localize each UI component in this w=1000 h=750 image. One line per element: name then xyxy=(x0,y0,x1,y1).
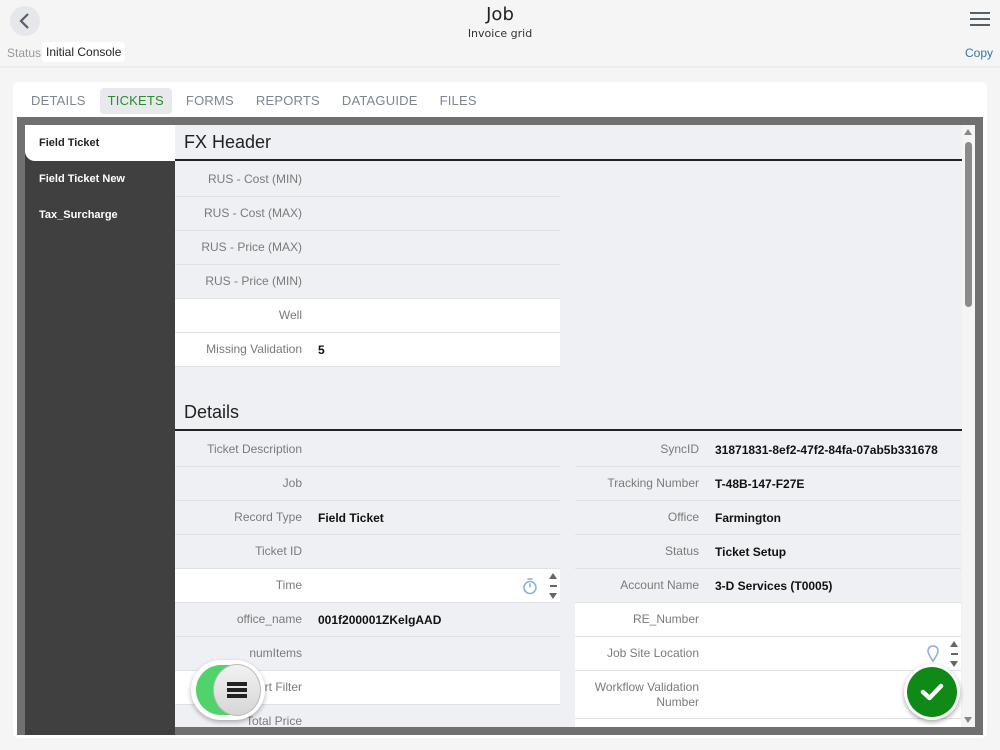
tab-tickets[interactable]: TICKETS xyxy=(99,88,172,114)
field-value: 3-D Services (T0005) xyxy=(715,578,833,593)
list-menu-icon xyxy=(227,682,247,698)
field-label: SyncID xyxy=(660,442,699,456)
field-label: Time xyxy=(275,578,302,592)
tab-bar: DETAILS TICKETS FORMS REPORTS DATAGUIDE … xyxy=(23,88,485,114)
field-label: Job xyxy=(282,476,302,490)
field-label: RE_Number xyxy=(632,612,699,626)
sidebar-item-field-ticket-new[interactable]: Field Ticket New xyxy=(25,161,175,197)
field-label: Record Type xyxy=(234,510,302,524)
scroll-down-arrow-icon[interactable] xyxy=(964,717,972,723)
field-row[interactable]: RUS - Cost (MIN) xyxy=(175,163,560,197)
field-value: Farmington xyxy=(715,510,781,525)
field-label: Tracking Number xyxy=(607,476,699,490)
field-label: office_name xyxy=(236,612,302,626)
field-value: 001f200001ZKelgAAD xyxy=(318,612,442,627)
field-row[interactable]: RUS - Price (MIN) xyxy=(175,265,560,299)
page-title: Job xyxy=(486,4,514,25)
field-value: 31871831-8ef2-47f2-84fa-07ab5b331678 xyxy=(715,442,938,457)
field-label: Office xyxy=(667,510,699,524)
spin-down-icon[interactable] xyxy=(950,660,958,667)
top-bar: Job Invoice grid Status Initial Console … xyxy=(0,0,1000,68)
field-value: 5 xyxy=(318,342,325,357)
form-scrollbar[interactable] xyxy=(962,125,975,727)
field-label: Well xyxy=(278,308,302,322)
spin-down-icon[interactable] xyxy=(549,592,557,599)
spin-clear-icon[interactable] xyxy=(549,584,557,587)
field-label: numItems xyxy=(249,646,302,660)
field-label: Ticket ID xyxy=(255,544,302,558)
field-row[interactable]: Tracking Number T-48B-147-F27E xyxy=(575,467,961,501)
map-pin-icon[interactable] xyxy=(927,644,939,663)
status-label: Status xyxy=(7,46,42,60)
section-title-fx-header: FX Header xyxy=(175,125,962,161)
time-field[interactable]: Time xyxy=(175,569,560,603)
field-row[interactable]: Ticket ID xyxy=(175,535,560,569)
fx-header-fields: RUS - Cost (MIN) RUS - Cost (MAX) RUS - … xyxy=(175,163,560,367)
sidebar-item-field-ticket[interactable]: Field Ticket xyxy=(25,125,175,161)
field-label: Status xyxy=(664,544,699,558)
tab-files[interactable]: FILES xyxy=(432,88,485,114)
field-label: Ticket Description xyxy=(207,442,302,456)
field-row[interactable]: Job xyxy=(175,467,560,501)
field-label: RUS - Price (MIN) xyxy=(205,274,302,288)
well-field[interactable]: Well xyxy=(175,299,560,333)
time-spinner[interactable] xyxy=(548,572,558,599)
field-value: Field Ticket xyxy=(318,510,384,525)
location-spinner[interactable] xyxy=(949,640,959,667)
field-row[interactable]: SyncID 31871831-8ef2-47f2-84fa-07ab5b3316… xyxy=(575,433,961,467)
field-label: Missing Validation xyxy=(206,342,302,356)
field-row[interactable]: Account Name 3-D Services (T0005) xyxy=(575,569,961,603)
field-value: Ticket Setup xyxy=(715,544,787,559)
confirm-button[interactable] xyxy=(904,664,960,720)
workflow-validation-number-field[interactable]: Workflow Validation Number xyxy=(575,671,961,719)
tab-details[interactable]: DETAILS xyxy=(23,88,94,114)
details-right-fields: SyncID 31871831-8ef2-47f2-84fa-07ab5b3316… xyxy=(575,433,961,727)
re-number-field[interactable]: RE_Number xyxy=(575,603,961,637)
tab-dataguide[interactable]: DATAGUIDE xyxy=(334,88,426,114)
checkmark-icon xyxy=(920,683,944,701)
field-row[interactable]: Status Ticket Setup xyxy=(575,535,961,569)
ticket-type-sidebar: Field Ticket Field Ticket New Tax_Surcha… xyxy=(25,125,175,735)
page-subtitle: Invoice grid xyxy=(467,27,533,40)
field-label: RUS - Cost (MAX) xyxy=(203,206,302,220)
spin-up-icon[interactable] xyxy=(950,640,958,647)
hamburger-menu-icon[interactable] xyxy=(970,12,990,28)
field-row[interactable]: Ticket Description xyxy=(175,433,560,467)
scroll-up-arrow-icon[interactable] xyxy=(964,129,972,135)
spin-clear-icon[interactable] xyxy=(950,652,958,655)
tab-reports[interactable]: REPORTS xyxy=(248,88,328,114)
field-row[interactable]: RUS - Cost (MAX) xyxy=(175,197,560,231)
menu-toggle-button[interactable] xyxy=(191,660,265,720)
field-row[interactable]: Record Type Field Ticket xyxy=(175,501,560,535)
field-row[interactable]: Office Farmington xyxy=(575,501,961,535)
field-label: Workflow Validation Number xyxy=(594,679,699,709)
field-row[interactable]: office_name 001f200001ZKelgAAD xyxy=(175,603,560,637)
field-label: Account Name xyxy=(620,578,699,592)
field-value: T-48B-147-F27E xyxy=(715,476,805,491)
field-row[interactable]: Section xyxy=(575,719,961,727)
scroll-thumb[interactable] xyxy=(965,142,972,307)
section-title-details: Details xyxy=(175,395,962,431)
tab-forms[interactable]: FORMS xyxy=(178,88,242,114)
field-row[interactable]: RUS - Price (MAX) xyxy=(175,231,560,265)
ticket-frame: Field Ticket Field Ticket New Tax_Surcha… xyxy=(17,117,983,735)
field-label: RUS - Price (MAX) xyxy=(201,240,302,254)
status-value: Initial Console xyxy=(42,42,126,62)
job-site-location-field[interactable]: Job Site Location xyxy=(575,637,961,671)
missing-validation-field[interactable]: Missing Validation 5 xyxy=(175,333,560,367)
sidebar-item-tax-surcharge[interactable]: Tax_Surcharge xyxy=(25,197,175,233)
main-card: DETAILS TICKETS FORMS REPORTS DATAGUIDE … xyxy=(13,82,987,738)
spin-up-icon[interactable] xyxy=(549,572,557,579)
ticket-form: FX Header RUS - Cost (MIN) RUS - Cost (M… xyxy=(175,125,962,727)
field-label: RUS - Cost (MIN) xyxy=(208,172,302,186)
stopwatch-icon[interactable] xyxy=(522,577,538,595)
copy-link[interactable]: Copy xyxy=(965,46,993,60)
toggle-knob xyxy=(213,664,261,716)
field-label: Job Site Location xyxy=(606,646,699,660)
